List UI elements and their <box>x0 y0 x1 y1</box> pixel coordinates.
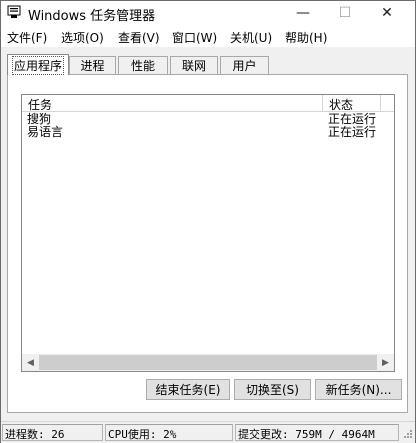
menu-window[interactable]: 窗口(W) <box>172 29 217 46</box>
tab-performance[interactable]: 性能 <box>118 56 168 74</box>
menu-view[interactable]: 查看(V) <box>118 29 160 46</box>
close-button[interactable]: ✕ <box>367 1 407 25</box>
task-manager-icon <box>7 5 21 18</box>
column-header-status[interactable]: 状态 <box>323 95 381 112</box>
window-title: Windows 任务管理器 <box>28 9 156 24</box>
minimize-button[interactable]: — <box>283 1 323 25</box>
menu-options[interactable]: 选项(O) <box>61 29 104 46</box>
task-list[interactable]: 任务 状态 搜狗 正在运行 易语言 正在运行 ◀ ▶ <box>21 94 395 372</box>
scroll-right-icon[interactable]: ▶ <box>377 354 394 371</box>
menu-file[interactable]: 文件(F) <box>7 29 47 46</box>
table-row[interactable]: 易语言 正在运行 <box>22 126 394 139</box>
tab-networking-label: 联网 <box>181 59 206 73</box>
tab-networking[interactable]: 联网 <box>170 56 218 74</box>
scroll-left-icon[interactable]: ◀ <box>22 354 39 371</box>
tab-processes[interactable]: 进程 <box>69 56 116 74</box>
tab-performance-label: 性能 <box>130 59 155 73</box>
scrollbar-thumb[interactable] <box>39 355 377 370</box>
status-bar: 进程数: 26 CPU使用: 2% 提交更改: 759M / 4964M <box>1 421 415 443</box>
cpu-usage: CPU使用: 2% <box>105 424 233 441</box>
menu-bar: 文件(F) 选项(O) 查看(V) 窗口(W) 关机(U) 帮助(H) <box>1 25 415 47</box>
horizontal-scrollbar[interactable]: ◀ ▶ <box>22 354 394 371</box>
menu-help[interactable]: 帮助(H) <box>285 29 327 46</box>
title-bar[interactable]: Windows 任务管理器 — ☐ ✕ <box>1 1 415 25</box>
tab-applications[interactable]: 应用程序 <box>7 54 69 75</box>
task-manager-window: Windows 任务管理器 — ☐ ✕ 文件(F) 选项(O) 查看(V) 窗口… <box>0 0 416 443</box>
commit-charge: 提交更改: 759M / 4964M <box>235 424 399 441</box>
end-task-button[interactable]: 结束任务(E) <box>146 379 230 400</box>
maximize-button[interactable]: ☐ <box>325 1 365 25</box>
tab-applications-label: 应用程序 <box>11 55 65 75</box>
task-name: 易语言 <box>27 125 64 139</box>
column-header-filler <box>381 95 394 112</box>
task-status: 正在运行 <box>328 125 377 139</box>
process-count: 进程数: 26 <box>2 424 103 441</box>
applications-panel: 任务 状态 搜狗 正在运行 易语言 正在运行 ◀ ▶ 结束任务(E) 切换至(S… <box>7 74 408 413</box>
new-task-button[interactable]: 新任务(N)... <box>315 379 402 400</box>
tab-users-label: 用户 <box>232 59 257 73</box>
resize-grip-icon[interactable] <box>402 428 413 439</box>
menu-shutdown[interactable]: 关机(U) <box>230 29 272 46</box>
tab-processes-label: 进程 <box>80 59 105 73</box>
switch-to-button[interactable]: 切换至(S) <box>234 379 311 400</box>
column-header-task[interactable]: 任务 <box>22 95 323 112</box>
tab-users[interactable]: 用户 <box>220 56 269 74</box>
